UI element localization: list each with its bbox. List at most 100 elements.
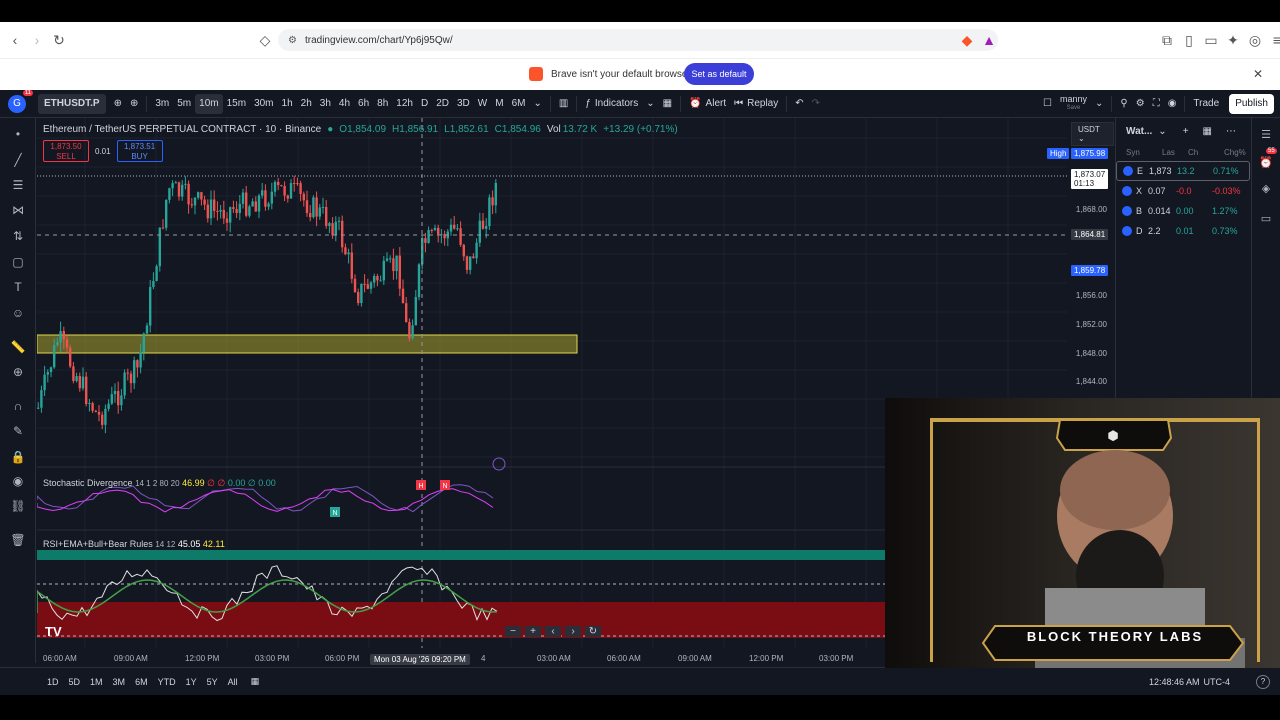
address-bar[interactable]: ⚙ tradingview.com/chart/Yp6j95Qw/ (278, 29, 998, 51)
range-5D[interactable]: 5D (64, 677, 86, 687)
forward-icon[interactable]: › (26, 29, 48, 51)
indicators-button[interactable]: ƒ Indicators (581, 94, 642, 114)
clock[interactable]: 12:48:46 AM (1149, 677, 1200, 687)
emoji-icon[interactable]: ☺ (8, 303, 28, 323)
buy-button[interactable]: 1,873.51 BUY (116, 140, 163, 162)
text-icon[interactable]: T (8, 277, 28, 297)
camera-icon[interactable]: ◉ (1164, 94, 1181, 114)
scroll-right-icon[interactable]: › (565, 626, 581, 637)
interval-6M[interactable]: 6M (508, 94, 530, 114)
zoom-out-icon[interactable]: − (505, 626, 521, 637)
help-icon[interactable]: ? (1256, 674, 1270, 689)
watchlist-icon[interactable]: ☰ (1258, 126, 1274, 142)
interval-12h[interactable]: 12h (392, 94, 417, 114)
site-info-icon[interactable]: ⚙ (288, 35, 297, 46)
chevron-down-icon[interactable]: ⌄ (529, 94, 545, 114)
watchlist-row[interactable]: E 1,873 13.2 0.71% (1116, 161, 1250, 181)
scroll-left-icon[interactable]: ‹ (545, 626, 561, 637)
alert-button[interactable]: ⏰ Alert (685, 94, 730, 114)
wallet-icon[interactable]: ▭ (1200, 29, 1222, 51)
leo-icon[interactable]: ✦ (1222, 29, 1244, 51)
alerts-clock-icon[interactable]: ⏰ 55 (1258, 148, 1277, 170)
interval-2h[interactable]: 2h (297, 94, 316, 114)
interval-1h[interactable]: 1h (278, 94, 297, 114)
trash-icon[interactable]: 🗑 (8, 530, 28, 550)
interval-10m[interactable]: 10m (195, 93, 223, 114)
publish-button[interactable]: Publish (1229, 93, 1274, 114)
replay-button[interactable]: ⏮ Replay (730, 94, 782, 114)
chart-type-icon[interactable]: ▥ (555, 94, 572, 114)
interval-5m[interactable]: 5m (173, 94, 195, 114)
settings-icon[interactable]: ⚙ (1132, 94, 1149, 114)
range-1M[interactable]: 1M (85, 677, 108, 687)
brave-shields-icon[interactable]: ◆ (956, 29, 978, 51)
chat-icon[interactable]: ▭ (1258, 210, 1274, 226)
add-symbol-icon[interactable]: + (1183, 126, 1189, 137)
symbol-search-button[interactable]: ETHUSDT.P (38, 93, 106, 114)
cursor-icon[interactable]: • (8, 124, 28, 144)
zoom-in-icon[interactable]: ⊕ (8, 362, 28, 382)
geometric-shapes-icon[interactable]: ▢ (8, 252, 28, 272)
templates-icon[interactable]: ⌄ (642, 94, 658, 114)
magnet-icon[interactable]: ∩ (8, 396, 28, 416)
layout-name-button[interactable]: manny Save (1056, 94, 1091, 114)
interval-3m[interactable]: 3m (151, 94, 173, 114)
range-1D[interactable]: 1D (42, 677, 64, 687)
fullscreen-icon[interactable]: ⛶ (1149, 94, 1164, 114)
range-6M[interactable]: 6M (130, 677, 153, 687)
interval-W[interactable]: W (474, 94, 491, 114)
avatar[interactable]: G 11 (8, 89, 33, 113)
watchlist-header[interactable]: Wat... ⌄ + ▦ ⋯ (1116, 118, 1250, 144)
fib-icon[interactable]: ☰ (8, 175, 28, 195)
eye-icon[interactable]: ◉ (8, 471, 28, 491)
brave-rewards-icon[interactable]: ▲ (978, 29, 1000, 51)
close-icon[interactable]: ✕ (1253, 67, 1263, 81)
interval-3h[interactable]: 3h (316, 94, 335, 114)
sell-button[interactable]: 1,873.50 SELL (43, 140, 89, 162)
chevron-down-icon[interactable]: ⌄ (1091, 94, 1107, 114)
ruler-icon[interactable]: 📏 (8, 337, 28, 357)
bookmark-icon[interactable]: ◇ (254, 29, 276, 51)
sidebar-icon[interactable]: ▯ (1178, 29, 1200, 51)
interval-15m[interactable]: 15m (223, 94, 250, 114)
chevron-down-icon[interactable]: ⌄ (1158, 126, 1166, 137)
layers-icon[interactable]: ◈ (1258, 180, 1274, 196)
goto-date-icon[interactable]: ▦ (251, 676, 260, 687)
back-icon[interactable]: ‹ (4, 29, 26, 51)
interval-6h[interactable]: 6h (354, 94, 373, 114)
trend-line-icon[interactable]: ╱ (8, 150, 28, 170)
forecast-icon[interactable]: ⇅ (8, 226, 28, 246)
interval-8h[interactable]: 8h (373, 94, 392, 114)
menu-icon[interactable]: ≡ (1266, 29, 1280, 51)
interval-2D[interactable]: 2D (432, 94, 453, 114)
time-axis[interactable]: 06:00 AM 09:00 AM 12:00 PM 03:00 PM 06:0… (37, 652, 887, 666)
watchlist-row[interactable]: X 0.07 -0.0 -0.03% (1116, 181, 1250, 201)
interval-3D[interactable]: 3D (453, 94, 474, 114)
advanced-view-icon[interactable]: ▦ (1203, 126, 1212, 137)
vpn-icon[interactable]: ◎ (1244, 29, 1266, 51)
zoom-in-icon[interactable]: + (525, 626, 541, 637)
layouts-icon[interactable]: ▦ (659, 94, 676, 114)
interval-D[interactable]: D (417, 94, 432, 114)
interval-M[interactable]: M (491, 94, 507, 114)
range-1Y[interactable]: 1Y (181, 677, 202, 687)
range-YTD[interactable]: YTD (153, 677, 181, 687)
range-5Y[interactable]: 5Y (202, 677, 223, 687)
redo-icon[interactable]: ↷ (808, 94, 824, 114)
url-text[interactable]: tradingview.com/chart/Yp6j95Qw/ (305, 35, 453, 46)
watchlist-row[interactable]: D 2.2 0.01 0.73% (1116, 221, 1250, 241)
link-icon[interactable]: ⛓ (8, 496, 28, 516)
currency-select[interactable]: USDT ⌄ (1071, 122, 1114, 146)
add-symbol-icon[interactable]: ⊕ (110, 94, 126, 114)
range-All[interactable]: All (223, 677, 243, 687)
watchlist-row[interactable]: B 0.014 0.00 1.27% (1116, 201, 1250, 221)
range-3M[interactable]: 3M (108, 677, 131, 687)
interval-30m[interactable]: 30m (250, 94, 277, 114)
trade-button[interactable]: Trade (1189, 94, 1223, 114)
reload-icon[interactable]: ↻ (48, 29, 70, 51)
more-icon[interactable]: ⋯ (1226, 126, 1236, 137)
interval-4h[interactable]: 4h (335, 94, 354, 114)
patterns-icon[interactable]: ⋈ (8, 200, 28, 220)
lock-icon[interactable]: 🔒 (8, 447, 28, 467)
set-default-button[interactable]: Set as default (684, 63, 754, 85)
